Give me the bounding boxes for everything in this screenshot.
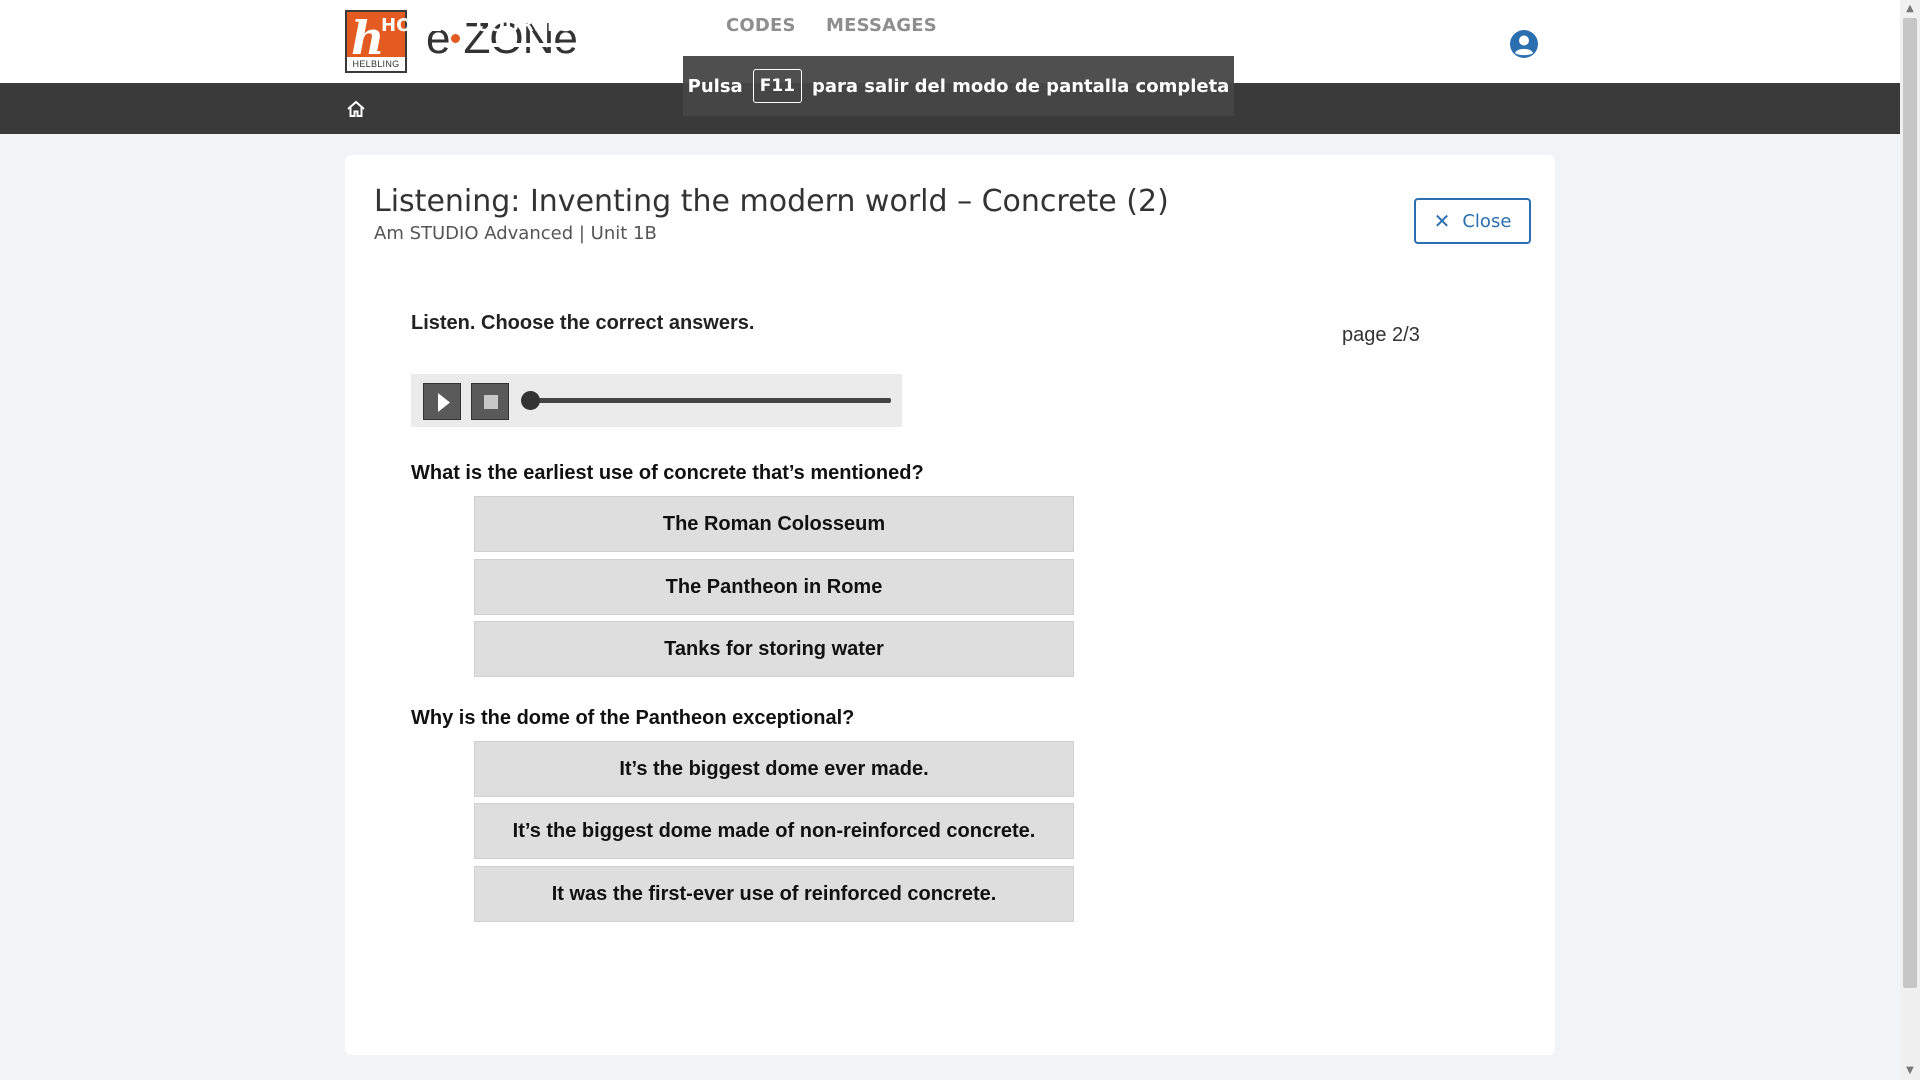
stop-icon xyxy=(484,395,498,409)
q2-option-3[interactable]: It was the first-ever use of reinforced … xyxy=(474,866,1074,922)
fullscreen-toast: Pulsa F11 para salir del modo de pantall… xyxy=(683,56,1234,116)
nav-home[interactable]: HOME xyxy=(381,0,442,51)
toast-prefix: Pulsa xyxy=(687,75,743,97)
user-circle-icon[interactable] xyxy=(1509,29,1539,59)
audio-player xyxy=(411,374,902,427)
scrollbar-thumb[interactable] xyxy=(1903,18,1917,988)
logo-label: HELBLING xyxy=(347,57,405,71)
q2-option-1[interactable]: It’s the biggest dome ever made. xyxy=(474,741,1074,797)
scroll-up-icon[interactable]: ▲ xyxy=(1900,0,1920,18)
nav-codes[interactable]: CODES xyxy=(726,0,796,51)
play-icon xyxy=(438,393,450,412)
question-1: What is the earliest use of concrete tha… xyxy=(411,462,924,484)
nav-messages[interactable]: MESSAGES xyxy=(826,0,937,51)
audio-progress-track[interactable] xyxy=(529,398,891,403)
close-icon: ✕ xyxy=(1433,209,1451,233)
question-2: Why is the dome of the Pantheon exceptio… xyxy=(411,707,855,729)
toast-suffix: para salir del modo de pantalla completa xyxy=(811,75,1230,97)
q1-option-1[interactable]: The Roman Colosseum xyxy=(474,496,1074,552)
page-subtitle: Am STUDIO Advanced | Unit 1B xyxy=(374,223,657,244)
page-indicator: page 2/3 xyxy=(1342,324,1420,346)
q1-option-3[interactable]: Tanks for storing water xyxy=(474,621,1074,677)
close-label: Close xyxy=(1462,210,1512,232)
toast-key: F11 xyxy=(752,69,802,103)
instruction-text: Listen. Choose the correct answers. xyxy=(411,312,755,334)
q1-option-2[interactable]: The Pantheon in Rome xyxy=(474,559,1074,615)
active-tab-indicator xyxy=(476,43,573,47)
brand-dot xyxy=(451,33,461,43)
play-button[interactable] xyxy=(423,383,461,420)
stop-button[interactable] xyxy=(471,383,509,420)
q2-option-2[interactable]: It’s the biggest dome made of non-reinfo… xyxy=(474,803,1074,859)
audio-progress-handle[interactable] xyxy=(521,391,540,410)
nav-training[interactable]: TRAINING xyxy=(598,0,698,51)
nav-courses[interactable]: COURSES xyxy=(476,0,573,51)
home-icon[interactable] xyxy=(345,98,367,120)
close-button[interactable]: ✕ Close xyxy=(1414,198,1531,244)
scroll-down-icon[interactable]: ▼ xyxy=(1900,1062,1920,1080)
page-title: Listening: Inventing the modern world – … xyxy=(374,184,1169,219)
page-scrollbar[interactable]: ▲ ▼ xyxy=(1900,0,1920,1080)
nav-courses-label: COURSES xyxy=(476,15,573,36)
